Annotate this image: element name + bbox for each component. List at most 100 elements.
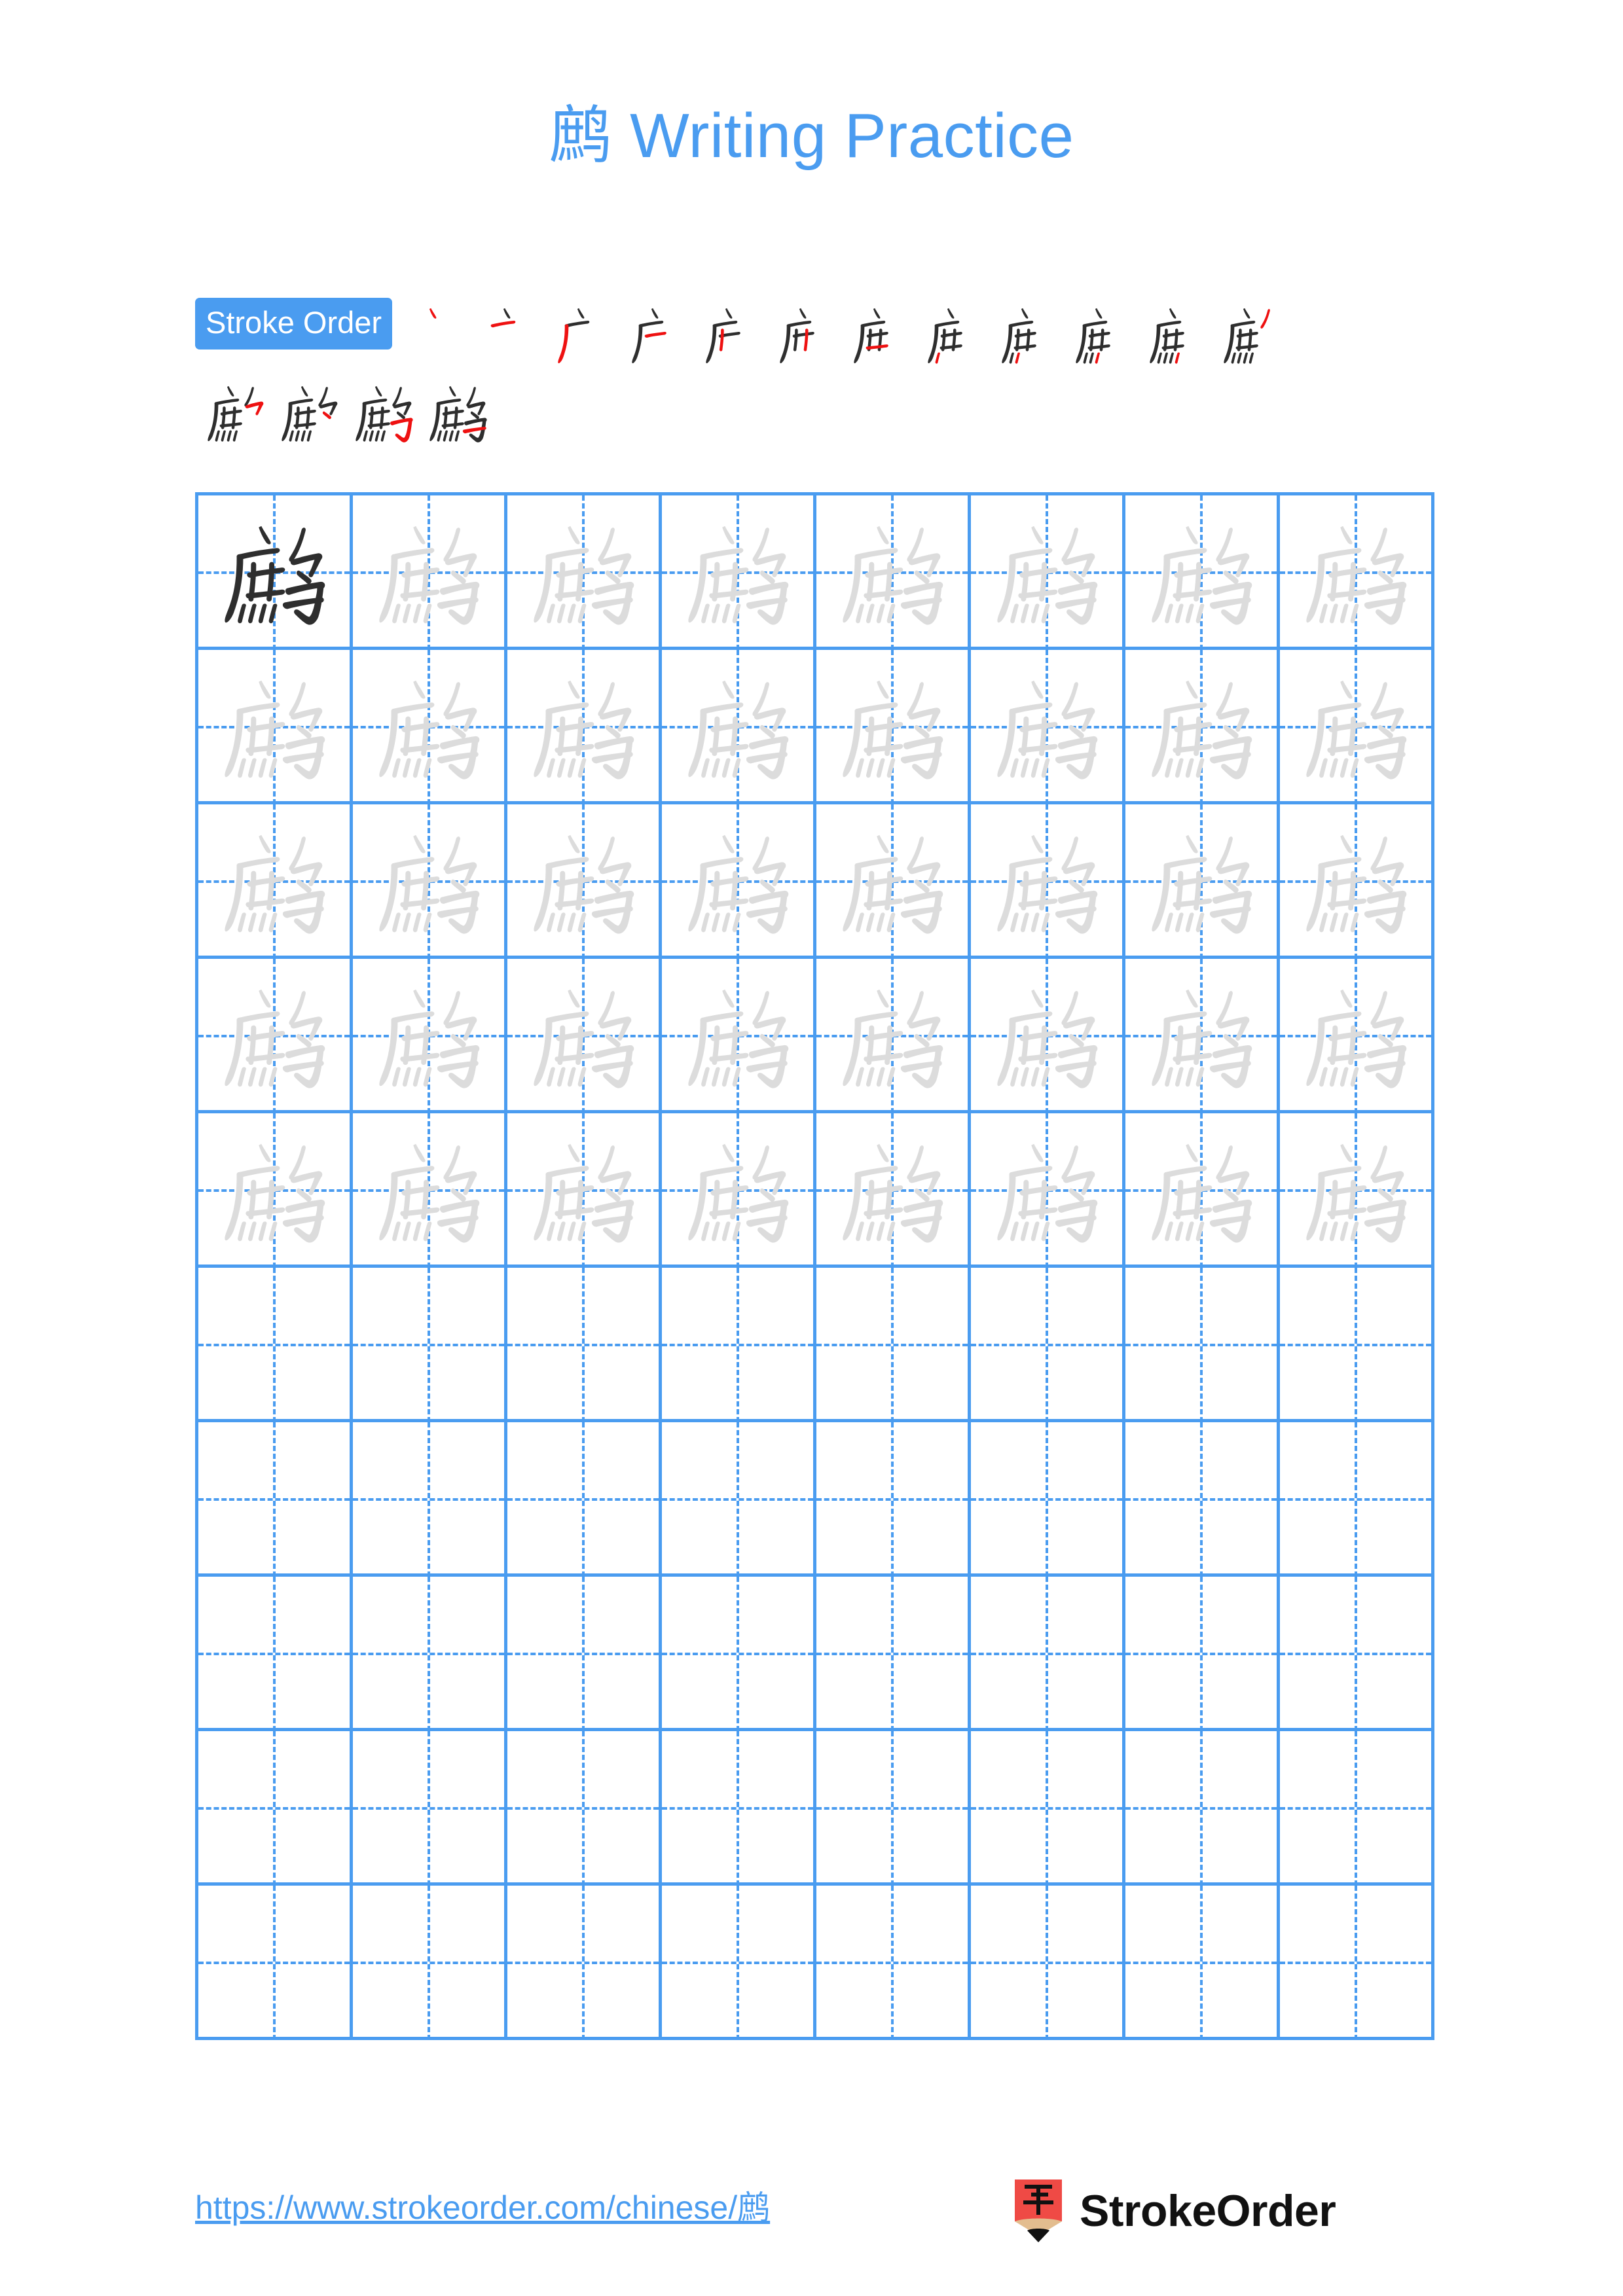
trace-character	[1125, 804, 1277, 959]
practice-cell-empty[interactable]	[971, 1886, 1125, 2040]
practice-cell-trace[interactable]	[507, 1113, 662, 1268]
practice-cell-trace[interactable]	[353, 959, 507, 1113]
stroke-step-6	[771, 298, 845, 372]
trace-character	[662, 1113, 813, 1268]
practice-grid-row	[198, 804, 1434, 959]
practice-cell-trace[interactable]	[816, 1113, 971, 1268]
practice-cell-trace[interactable]	[353, 495, 507, 650]
practice-cell-trace[interactable]	[198, 1113, 353, 1268]
trace-character	[662, 650, 813, 804]
practice-cell-empty[interactable]	[1125, 1886, 1280, 2040]
trace-character	[1125, 959, 1277, 1113]
practice-cell-trace[interactable]	[1280, 495, 1434, 650]
practice-cell-trace[interactable]	[662, 650, 816, 804]
trace-character	[662, 495, 813, 650]
practice-cell-empty[interactable]	[816, 1577, 971, 1731]
practice-cell-trace[interactable]	[1125, 650, 1280, 804]
trace-character	[971, 1113, 1122, 1268]
practice-cell-trace[interactable]	[971, 959, 1125, 1113]
practice-cell-empty[interactable]	[1125, 1268, 1280, 1422]
practice-cell-empty[interactable]	[1280, 1268, 1434, 1422]
practice-cell-empty[interactable]	[353, 1886, 507, 2040]
practice-cell-trace[interactable]	[1125, 959, 1280, 1113]
practice-cell-trace[interactable]	[198, 650, 353, 804]
practice-cell-empty[interactable]	[816, 1731, 971, 1886]
practice-cell-empty[interactable]	[198, 1577, 353, 1731]
practice-cell-trace[interactable]	[971, 1113, 1125, 1268]
practice-cell-empty[interactable]	[198, 1731, 353, 1886]
practice-cell-empty[interactable]	[353, 1268, 507, 1422]
source-url-link[interactable]: https://www.strokeorder.com/chinese/鹧	[195, 2191, 770, 2224]
practice-cell-empty[interactable]	[1125, 1731, 1280, 1886]
practice-cell-trace[interactable]	[198, 804, 353, 959]
trace-character	[816, 804, 968, 959]
practice-cell-trace[interactable]	[1280, 1113, 1434, 1268]
trace-character	[1280, 1113, 1431, 1268]
practice-grid-row	[198, 1422, 1434, 1577]
practice-cell-empty[interactable]	[662, 1268, 816, 1422]
practice-cell-trace[interactable]	[1280, 650, 1434, 804]
practice-cell-trace[interactable]	[507, 804, 662, 959]
practice-cell-empty[interactable]	[816, 1422, 971, 1577]
practice-cell-trace[interactable]	[353, 1113, 507, 1268]
practice-cell-empty[interactable]	[198, 1268, 353, 1422]
practice-cell-trace[interactable]	[1280, 804, 1434, 959]
practice-cell-empty[interactable]	[507, 1268, 662, 1422]
practice-cell-empty[interactable]	[971, 1422, 1125, 1577]
practice-cell-trace[interactable]	[662, 959, 816, 1113]
practice-cell-empty[interactable]	[1280, 1886, 1434, 2040]
practice-cell-trace[interactable]	[1280, 959, 1434, 1113]
practice-cell-empty[interactable]	[662, 1731, 816, 1886]
stroke-step-16	[421, 376, 495, 450]
stroke-order-row-2	[195, 376, 1439, 450]
practice-cell-trace[interactable]	[971, 804, 1125, 959]
strokeorder-logo[interactable]: StrokeOrder	[1012, 2179, 1336, 2242]
practice-cell-trace[interactable]	[507, 495, 662, 650]
practice-cell-empty[interactable]	[1280, 1422, 1434, 1577]
practice-cell-empty[interactable]	[507, 1422, 662, 1577]
practice-cell-empty[interactable]	[1125, 1577, 1280, 1731]
practice-cell-empty[interactable]	[198, 1422, 353, 1577]
practice-cell-trace[interactable]	[1125, 495, 1280, 650]
practice-cell-empty[interactable]	[1280, 1731, 1434, 1886]
practice-cell-empty[interactable]	[662, 1422, 816, 1577]
practice-cell-empty[interactable]	[662, 1886, 816, 2040]
practice-cell-trace[interactable]	[1125, 804, 1280, 959]
trace-character	[1280, 650, 1431, 804]
practice-cell-trace[interactable]	[353, 804, 507, 959]
practice-cell-empty[interactable]	[353, 1577, 507, 1731]
practice-cell-empty[interactable]	[971, 1731, 1125, 1886]
practice-cell-empty[interactable]	[198, 1886, 353, 2040]
practice-cell-trace[interactable]	[816, 495, 971, 650]
practice-cell-trace[interactable]	[353, 650, 507, 804]
practice-cell-trace[interactable]	[507, 959, 662, 1113]
practice-cell-empty[interactable]	[353, 1422, 507, 1577]
practice-cell-empty[interactable]	[507, 1886, 662, 2040]
trace-character	[816, 495, 968, 650]
practice-cell-trace[interactable]	[971, 495, 1125, 650]
practice-cell-trace[interactable]	[816, 959, 971, 1113]
practice-cell-trace[interactable]	[198, 959, 353, 1113]
practice-cell-trace[interactable]	[507, 650, 662, 804]
practice-cell-trace[interactable]	[662, 1113, 816, 1268]
practice-cell-empty[interactable]	[816, 1886, 971, 2040]
practice-cell-empty[interactable]	[353, 1731, 507, 1886]
practice-cell-trace[interactable]	[662, 804, 816, 959]
practice-cell-trace[interactable]	[662, 495, 816, 650]
trace-character	[507, 650, 659, 804]
practice-cell-model[interactable]	[198, 495, 353, 650]
page-footer: https://www.strokeorder.com/chinese/鹧 St…	[0, 2179, 1623, 2265]
practice-cell-empty[interactable]	[507, 1577, 662, 1731]
practice-cell-empty[interactable]	[971, 1268, 1125, 1422]
page-title-character: 鹧	[549, 101, 612, 171]
practice-cell-empty[interactable]	[662, 1577, 816, 1731]
practice-cell-empty[interactable]	[971, 1577, 1125, 1731]
practice-cell-empty[interactable]	[1125, 1422, 1280, 1577]
practice-cell-empty[interactable]	[507, 1731, 662, 1886]
practice-cell-trace[interactable]	[1125, 1113, 1280, 1268]
practice-cell-trace[interactable]	[816, 650, 971, 804]
practice-cell-empty[interactable]	[816, 1268, 971, 1422]
practice-cell-trace[interactable]	[816, 804, 971, 959]
practice-cell-empty[interactable]	[1280, 1577, 1434, 1731]
practice-cell-trace[interactable]	[971, 650, 1125, 804]
